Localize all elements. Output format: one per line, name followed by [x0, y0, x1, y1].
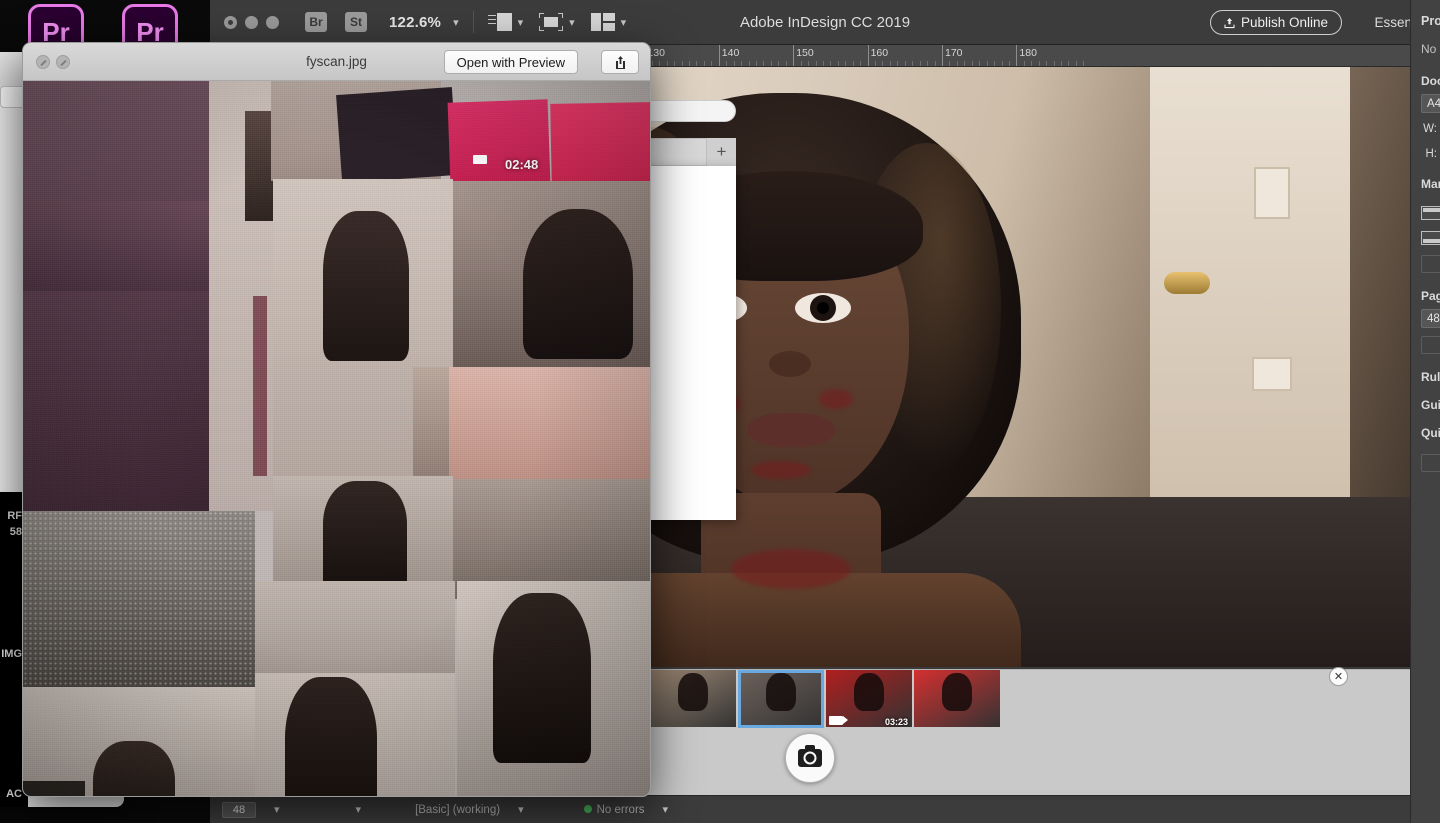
upload-icon: [1224, 17, 1235, 28]
subject-mouth: [747, 413, 835, 447]
rulers-section-header[interactable]: Rulers: [1421, 362, 1440, 390]
quick-apply-section-header[interactable]: Quick Apply: [1421, 418, 1440, 446]
profile-chevron-icon[interactable]: ▾: [518, 803, 524, 816]
toolbar-divider: [472, 11, 474, 33]
screen: Pr Pr Br St 122.6% ▾ ▾ ▾ ▾ Adobe InDesig…: [0, 0, 1440, 823]
ruler-tick: [942, 45, 943, 66]
page-section-header: Page: [1421, 289, 1440, 303]
bridge-button[interactable]: Br: [305, 12, 327, 32]
zoom-level-field[interactable]: 122.6%: [389, 14, 441, 31]
thumbnail-duration: 03:23: [884, 717, 908, 727]
page-size-select[interactable]: A4: [1421, 94, 1440, 113]
ruler-label: 170: [945, 47, 963, 59]
subject-eye-right: [795, 293, 851, 323]
margin-bottom-icon[interactable]: [1421, 230, 1440, 245]
photo-wall-frame-2: [1252, 357, 1292, 391]
share-glyph: [615, 55, 625, 69]
view-options-chevron-icon[interactable]: ▾: [569, 16, 575, 29]
ruler-label: 160: [870, 47, 889, 59]
window-close-button[interactable]: [224, 15, 237, 29]
ruler-tick: [793, 45, 795, 66]
video-badge-icon-1: [473, 155, 487, 164]
page-extra-field[interactable]: [1421, 336, 1440, 354]
photo-thumbnail[interactable]: [738, 670, 824, 728]
ruler-tick: [718, 45, 720, 66]
screen-mode-icon[interactable]: [487, 13, 512, 31]
preflight-profile-label: [Basic] (working): [415, 803, 501, 816]
properties-panel[interactable]: Properties No Selection Document A4 W: H…: [1410, 0, 1440, 823]
camera-icon[interactable]: [785, 733, 835, 783]
preview-text-5: n: [0, 802, 28, 807]
guides-section-header[interactable]: Guides: [1421, 390, 1440, 418]
photo-thumbnail[interactable]: 03:23: [826, 670, 912, 728]
quick-apply-field[interactable]: [1421, 454, 1440, 472]
thumbnail-subject: [854, 673, 884, 712]
stock-label: St: [350, 15, 362, 29]
page-nav-chevron-icon[interactable]: ▾: [274, 803, 280, 816]
thumbnail-subject: [678, 673, 708, 712]
thumbnail-subject: [942, 673, 972, 712]
close-icon[interactable]: ✕: [1329, 667, 1348, 686]
thumbnail-subject: [766, 673, 796, 712]
publish-online-label: Publish Online: [1240, 15, 1328, 30]
arrange-documents-chevron-icon[interactable]: ▾: [621, 16, 627, 29]
indesign-title-bar: Br St 122.6% ▾ ▾ ▾ ▾ Adobe InDesign CC 2…: [210, 0, 1440, 45]
view-options-icon[interactable]: [539, 13, 564, 31]
ruler-tick: [867, 45, 869, 66]
ruler-label: 150: [796, 47, 814, 59]
margin-top-icon[interactable]: [1421, 205, 1440, 220]
video-badge-icon: [829, 716, 848, 725]
arrange-documents-icon[interactable]: [590, 13, 615, 31]
overlay-duration-1: 02:48: [505, 157, 539, 172]
subject-mark-2: [819, 389, 853, 409]
subject-mark-4: [731, 549, 851, 589]
open-with-preview-button[interactable]: Open with Preview: [443, 50, 578, 74]
quick-look-window[interactable]: fyscan.jpg Open with Preview 02:48: [22, 42, 651, 797]
photo-door-knob: [1164, 272, 1210, 294]
stock-button[interactable]: St: [345, 12, 367, 32]
margins-section-header: Margins: [1421, 177, 1440, 191]
document-section-header: Document: [1421, 74, 1440, 88]
height-label: H:: [1425, 147, 1438, 160]
photo-door: [1150, 67, 1350, 547]
properties-panel-title: Properties: [1421, 14, 1440, 28]
width-label: W:: [1423, 122, 1437, 135]
ruler-label: 140: [721, 47, 740, 59]
page-value-field[interactable]: 48: [1421, 309, 1440, 328]
preflight-chevron-icon[interactable]: ▾: [356, 803, 362, 816]
quick-look-title-bar: fyscan.jpg Open with Preview: [23, 43, 650, 81]
selection-state-label: No Selection: [1421, 42, 1440, 56]
status-badge: No errors: [583, 804, 645, 816]
screen-mode-chevron-icon[interactable]: ▾: [518, 16, 524, 29]
publish-online-button[interactable]: Publish Online: [1209, 10, 1342, 35]
subject-nose: [769, 351, 811, 377]
window-zoom-button[interactable]: [266, 15, 279, 29]
photo-thumbnail[interactable]: [914, 670, 1000, 728]
zoom-dropdown-chevron-icon[interactable]: ▾: [453, 16, 459, 29]
share-icon[interactable]: [601, 50, 639, 74]
quick-look-image: 02:48 00 00:00 ▶: [23, 81, 650, 796]
page-number-field[interactable]: 48: [222, 801, 256, 818]
errors-chevron-icon[interactable]: ▾: [663, 803, 669, 816]
photo-thumbnail[interactable]: [650, 670, 736, 728]
margins-extra-field[interactable]: [1421, 255, 1440, 273]
bridge-label: Br: [309, 15, 323, 29]
ruler-tick: [1016, 45, 1018, 66]
ruler-label: 180: [1019, 47, 1037, 59]
subject-mark-3: [751, 461, 811, 479]
indesign-status-bar: 48 ▾ ▾ [Basic] (working) ▾ No errors ▾: [210, 795, 1410, 823]
photo-wall-frame-1: [1254, 167, 1290, 219]
new-tab-button[interactable]: +: [706, 138, 736, 166]
window-minimize-button[interactable]: [245, 15, 258, 29]
